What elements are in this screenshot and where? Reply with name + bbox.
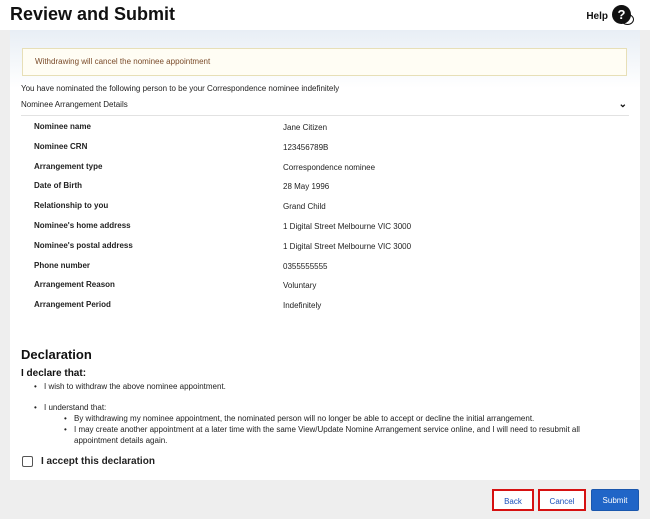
- accept-checkbox[interactable]: [22, 456, 33, 467]
- review-card: Withdrawing will cancel the nominee appo…: [10, 30, 640, 480]
- detail-row: Phone number 0355555555: [34, 261, 594, 281]
- detail-row: Nominee CRN 123456789B: [34, 142, 594, 162]
- accept-declaration[interactable]: I accept this declaration: [22, 456, 155, 467]
- nominee-details-accordion[interactable]: Nominee Arrangement Details ⌄: [21, 96, 629, 116]
- back-button[interactable]: Back: [492, 489, 534, 511]
- accept-label[interactable]: I accept this declaration: [41, 456, 155, 467]
- detail-value: Grand Child: [283, 202, 326, 212]
- detail-row: Nominee's home address 1 Digital Street M…: [34, 221, 594, 241]
- detail-row: Arrangement Period Indefinitely: [34, 300, 594, 320]
- help-label[interactable]: Help: [586, 11, 608, 22]
- detail-value: Correspondence nominee: [283, 162, 376, 172]
- declaration-sub-list: By withdrawing my nominee appointment, t…: [64, 413, 624, 446]
- detail-label: Nominee CRN: [34, 141, 88, 151]
- detail-row: Arrangement type Correspondence nominee: [34, 162, 594, 182]
- question-mark-bubble: ?: [612, 5, 631, 24]
- accordion-title[interactable]: Nominee Arrangement Details: [21, 100, 128, 109]
- detail-value: 1 Digital Street Melbourne VIC 3000: [283, 241, 412, 251]
- detail-label: Arrangement Period: [34, 300, 111, 310]
- detail-row: Arrangement Reason Voluntary: [34, 280, 594, 300]
- detail-label: Nominee name: [34, 122, 91, 131]
- detail-value: Voluntary: [283, 281, 317, 291]
- detail-value: 123456789B: [283, 142, 329, 152]
- detail-label: Date of Birth: [34, 181, 82, 191]
- detail-row: Date of Birth 28 May 1996: [34, 181, 594, 201]
- page-title: Review and Submit: [10, 4, 176, 24]
- help-link[interactable]: Help ?: [586, 5, 634, 27]
- detail-label: Phone number: [34, 260, 91, 270]
- declaration-item-text: I understand that:: [44, 403, 107, 412]
- detail-value: 1 Digital Street Melbourne VIC 3000: [283, 221, 412, 231]
- nominee-details-list: Nominee name Jane Citizen Nominee CRN 1234…: [34, 122, 594, 320]
- detail-label: Arrangement type: [34, 161, 103, 171]
- declaration-item: I understand that: By withdrawing my nom…: [34, 402, 624, 446]
- detail-value: 28 May 1996: [283, 182, 330, 192]
- detail-label: Arrangement Reason: [34, 280, 115, 290]
- detail-row: Relationship to you Grand Child: [34, 201, 594, 221]
- detail-row: Nominee's postal address 1 Digital Street…: [34, 241, 594, 261]
- nomination-intro: You have nominated the following person …: [21, 84, 340, 93]
- declaration-sub-item: I may create another appointment at a la…: [64, 424, 624, 446]
- detail-value: Jane Citizen: [283, 123, 328, 132]
- declaration-item: I wish to withdraw the above nominee app…: [34, 381, 624, 392]
- declaration-list: I wish to withdraw the above nominee app…: [34, 381, 624, 446]
- detail-label: Relationship to you: [34, 201, 109, 211]
- withdraw-notice: Withdrawing will cancel the nominee appo…: [22, 48, 627, 76]
- detail-value: 0355555555: [283, 261, 328, 271]
- chevron-down-icon[interactable]: ⌄: [619, 99, 627, 110]
- declare-that-heading: I declare that:: [21, 368, 87, 379]
- declaration-sub-item: By withdrawing my nominee appointment, t…: [64, 413, 624, 424]
- detail-value: Indefinitely: [283, 301, 322, 311]
- submit-button[interactable]: Submit: [591, 489, 639, 511]
- cancel-button[interactable]: Cancel: [538, 489, 586, 511]
- declaration-heading: Declaration: [21, 347, 92, 362]
- help-icon[interactable]: ?: [612, 5, 634, 27]
- detail-label: Nominee's postal address: [34, 240, 133, 250]
- detail-label: Nominee's home address: [34, 220, 131, 230]
- detail-row: Nominee name Jane Citizen: [34, 122, 594, 142]
- page-header: Review and Submit Help ?: [0, 0, 650, 30]
